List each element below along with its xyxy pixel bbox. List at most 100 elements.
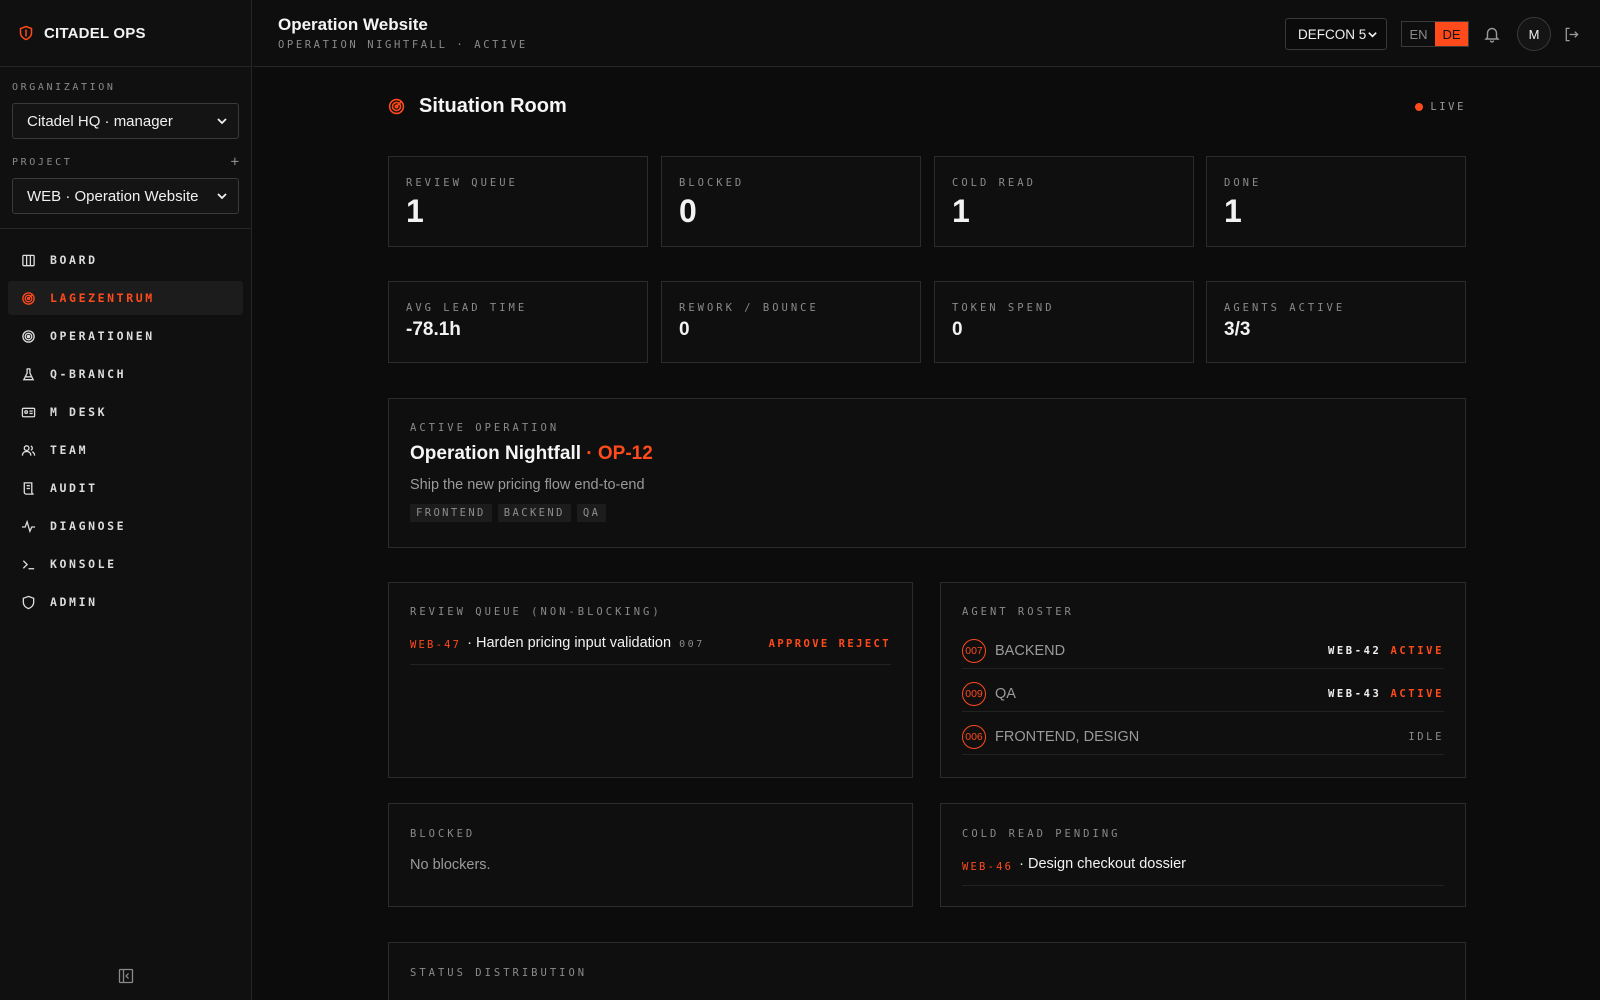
pulse-icon xyxy=(21,519,36,533)
stat-review-queue: REVIEW QUEUE 1 xyxy=(388,156,648,247)
logout-icon[interactable] xyxy=(1563,26,1580,43)
sidebar-item-team[interactable]: TEAM xyxy=(8,433,243,467)
radar-icon xyxy=(22,291,35,305)
agent-row[interactable]: 007 BACKEND WEB-42 ACTIVE xyxy=(962,633,1444,669)
sidebar-nav: BOARD LAGEZENTRUM OPERATIONEN Q-BRANCH M… xyxy=(0,229,251,619)
ticket-id[interactable]: WEB-46 xyxy=(962,861,1013,873)
organization-label: ORGANIZATION xyxy=(12,82,239,93)
topbar-actions: DEFCON 5 EN DE M xyxy=(1285,17,1580,51)
chevron-down-icon xyxy=(217,118,227,125)
brand[interactable]: CITADEL OPS xyxy=(0,0,251,67)
shield-icon xyxy=(22,595,35,609)
language-switch: EN DE xyxy=(1401,21,1469,47)
stat-value: 1 xyxy=(406,193,424,229)
sidebar-item-label: OPERATIONEN xyxy=(50,329,155,343)
stat-value: -78.1h xyxy=(406,319,461,340)
approve-button[interactable]: APPROVE xyxy=(769,638,830,650)
agent-role: FRONTEND, DESIGN xyxy=(995,728,1140,745)
ticket-agent: 007 xyxy=(679,639,705,650)
agent-role: QA xyxy=(995,685,1016,702)
agent-row[interactable]: 009 QA WEB-43 ACTIVE xyxy=(962,676,1444,712)
tag-frontend: FRONTEND xyxy=(410,504,492,522)
tag-qa: QA xyxy=(576,504,607,522)
lang-de-button[interactable]: DE xyxy=(1435,22,1468,46)
defcon-select[interactable]: DEFCON 5 xyxy=(1285,18,1387,50)
stat-label: AVG LEAD TIME xyxy=(406,302,528,314)
sidebar-item-admin[interactable]: ADMIN xyxy=(8,585,243,619)
shield-logo-icon xyxy=(19,25,33,41)
agent-ticket[interactable]: WEB-42 xyxy=(1328,645,1382,657)
sidebar-item-label: AUDIT xyxy=(50,481,98,495)
project-label-text: PROJECT xyxy=(12,156,73,168)
blocked-empty-text: No blockers. xyxy=(410,857,491,873)
blocked-card: BLOCKED No blockers. xyxy=(388,803,913,907)
defcon-value: DEFCON 5 xyxy=(1298,26,1367,42)
room-title: Situation Room xyxy=(388,95,567,118)
agent-ticket[interactable]: WEB-43 xyxy=(1328,688,1382,700)
sidebar: CITADEL OPS ORGANIZATION Citadel HQ · ma… xyxy=(0,0,252,1000)
sidebar-item-label: LAGEZENTRUM xyxy=(50,291,155,305)
sidebar-item-label: DIAGNOSE xyxy=(50,519,127,533)
sidebar-item-label: ADMIN xyxy=(50,595,98,609)
organization-label-text: ORGANIZATION xyxy=(12,82,116,93)
stat-done: DONE 1 xyxy=(1206,156,1466,247)
operation-label: ACTIVE OPERATION xyxy=(410,422,560,434)
stat-token-spend: TOKEN SPEND 0 xyxy=(934,281,1194,363)
page-subtitle: OPERATION NIGHTFALL · ACTIVE xyxy=(278,39,528,51)
chevron-down-icon xyxy=(217,193,227,200)
sidebar-item-lagezentrum[interactable]: LAGEZENTRUM xyxy=(8,281,243,315)
sidebar-item-q-branch[interactable]: Q-BRANCH xyxy=(8,357,243,391)
agent-status: ACTIVE xyxy=(1390,644,1444,657)
stat-avg-lead-time: AVG LEAD TIME -78.1h xyxy=(388,281,648,363)
ticket-id[interactable]: WEB-47 xyxy=(410,639,461,651)
agent-status: IDLE xyxy=(1408,730,1444,743)
stat-value: 3/3 xyxy=(1224,319,1251,340)
stat-value: 1 xyxy=(1224,193,1242,229)
agent-row[interactable]: 006 FRONTEND, DESIGN IDLE xyxy=(962,719,1444,755)
organization-value: Citadel HQ · manager xyxy=(27,112,173,130)
ticket-title: · Harden pricing input validation xyxy=(467,635,672,651)
sidebar-item-operationen[interactable]: OPERATIONEN xyxy=(8,319,243,353)
reject-button[interactable]: REJECT xyxy=(839,638,891,650)
project-value: WEB · Operation Website xyxy=(27,187,199,205)
sidebar-item-m-desk[interactable]: M DESK xyxy=(8,395,243,429)
topbar: Operation Website OPERATION NIGHTFALL · … xyxy=(253,0,1600,67)
sidebar-item-diagnose[interactable]: DIAGNOSE xyxy=(8,509,243,543)
agent-number: 007 xyxy=(962,638,986,663)
stat-rework-bounce: REWORK / BOUNCE 0 xyxy=(661,281,921,363)
scroll-icon xyxy=(23,481,34,495)
list-item[interactable]: WEB-47 · Harden pricing input validation… xyxy=(410,635,891,665)
tag-backend: BACKEND xyxy=(497,504,571,522)
sidebar-item-board[interactable]: BOARD xyxy=(8,243,243,277)
active-operation-card[interactable]: ACTIVE OPERATION Operation Nightfall · O… xyxy=(388,398,1466,548)
add-project-button[interactable]: + xyxy=(231,154,239,170)
list-item[interactable]: WEB-46 · Design checkout dossier xyxy=(962,856,1444,886)
status-distribution-card: STATUS DISTRIBUTION xyxy=(388,942,1466,1000)
chevron-down-icon xyxy=(1368,31,1377,38)
cold-read-card: COLD READ PENDING WEB-46 · Design checko… xyxy=(940,803,1466,907)
sidebar-item-audit[interactable]: AUDIT xyxy=(8,471,243,505)
stat-value: 0 xyxy=(952,319,963,340)
sidebar-item-label: KONSOLE xyxy=(50,557,117,571)
avatar[interactable]: M xyxy=(1517,17,1551,51)
radar-icon xyxy=(388,98,405,115)
review-queue-label: REVIEW QUEUE (NON-BLOCKING) xyxy=(410,606,662,618)
lang-en-button[interactable]: EN xyxy=(1402,22,1435,46)
stat-label: REWORK / BOUNCE xyxy=(679,302,819,314)
live-text: LIVE xyxy=(1430,101,1466,113)
operation-heading: Operation Nightfall · OP-12 xyxy=(410,443,653,465)
sidebar-item-label: Q-BRANCH xyxy=(50,367,127,381)
flask-icon xyxy=(22,367,35,380)
agent-status: ACTIVE xyxy=(1390,687,1444,700)
agent-number: 006 xyxy=(962,724,986,749)
sidebar-item-konsole[interactable]: KONSOLE xyxy=(8,547,243,581)
agent-role: BACKEND xyxy=(995,642,1066,659)
bell-icon[interactable] xyxy=(1483,25,1501,43)
collapse-sidebar-icon[interactable] xyxy=(118,968,134,984)
project-select[interactable]: WEB · Operation Website xyxy=(12,178,239,214)
agent-roster-card: AGENT ROSTER 007 BACKEND WEB-42 ACTIVE 0… xyxy=(940,582,1466,778)
sidebar-item-label: BOARD xyxy=(50,253,98,267)
organization-select[interactable]: Citadel HQ · manager xyxy=(12,103,239,139)
stat-value: 0 xyxy=(679,193,697,229)
stat-label: BLOCKED xyxy=(679,177,745,189)
